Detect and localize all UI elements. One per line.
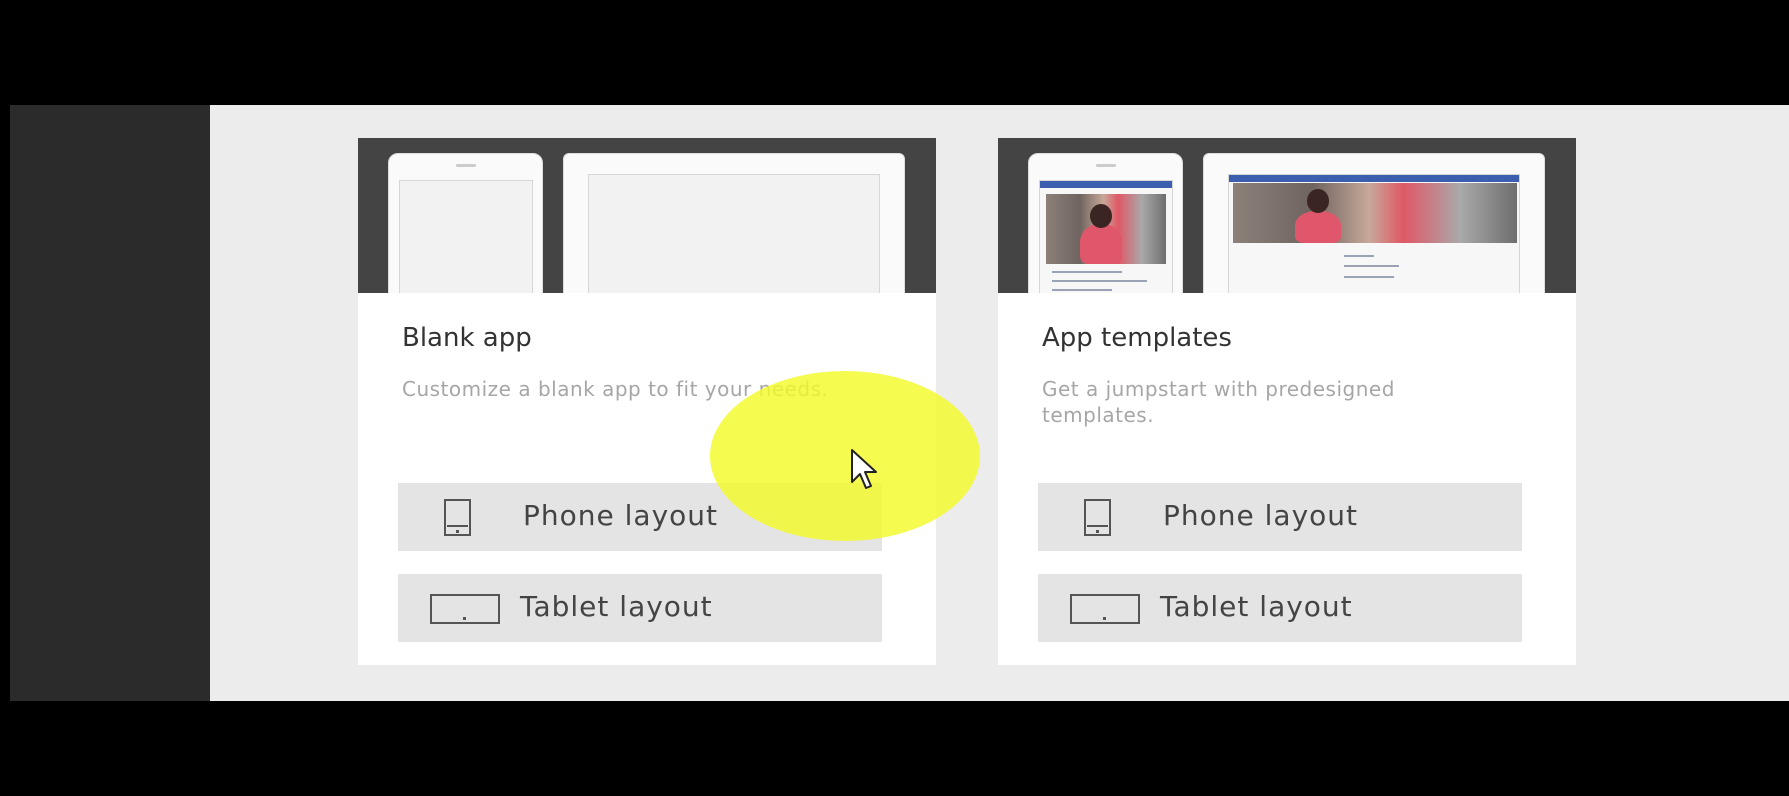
- button-label: Tablet layout: [1160, 590, 1353, 623]
- card-description: Get a jumpstart with predesigned templat…: [1042, 377, 1395, 427]
- tablet-icon: [1070, 594, 1140, 624]
- blank-phone-preview: [388, 153, 543, 293]
- app-templates-card: App templates Get a jumpstart with prede…: [998, 138, 1576, 665]
- template-header-band: [1040, 181, 1172, 188]
- tablet-icon: [430, 594, 500, 624]
- video-letterbox-top: [0, 0, 1789, 105]
- left-navigation-panel: [10, 105, 210, 701]
- templates-phone-layout-button[interactable]: Phone layout: [1038, 483, 1522, 551]
- phone-speaker: [1096, 164, 1116, 167]
- blank-tablet-screen: [588, 174, 880, 293]
- mouse-pointer-icon: [851, 449, 877, 489]
- video-letterbox-bottom: [0, 701, 1789, 796]
- phone-icon: [444, 499, 471, 536]
- template-photo: [1046, 194, 1166, 264]
- new-app-page: Blank app Customize a blank app to fit y…: [210, 105, 1789, 701]
- template-phone-preview: [1028, 153, 1183, 293]
- templates-preview: [998, 138, 1576, 293]
- card-title: App templates: [1042, 323, 1232, 353]
- blank-phone-screen: [399, 180, 533, 293]
- phone-speaker: [456, 164, 476, 167]
- template-photo-person: [1295, 211, 1341, 243]
- template-header-band: [1229, 175, 1519, 182]
- click-highlight: [710, 371, 980, 541]
- template-photo-head: [1307, 189, 1329, 213]
- template-phone-screen: [1039, 180, 1173, 293]
- templates-tablet-layout-button[interactable]: Tablet layout: [1038, 574, 1522, 642]
- template-photo: [1233, 183, 1517, 243]
- template-photo-head: [1090, 204, 1112, 228]
- template-photo-person: [1080, 224, 1122, 264]
- card-title: Blank app: [402, 323, 532, 353]
- blank-tablet-layout-button[interactable]: Tablet layout: [398, 574, 882, 642]
- blank-app-preview: [358, 138, 936, 293]
- button-label: Tablet layout: [520, 590, 713, 623]
- phone-icon: [1084, 499, 1111, 536]
- template-tablet-preview: [1203, 153, 1545, 293]
- button-label: Phone layout: [1163, 499, 1358, 532]
- blank-tablet-preview: [563, 153, 905, 293]
- left-edge: [0, 105, 10, 701]
- template-tablet-screen: [1228, 174, 1520, 293]
- button-label: Phone layout: [523, 499, 718, 532]
